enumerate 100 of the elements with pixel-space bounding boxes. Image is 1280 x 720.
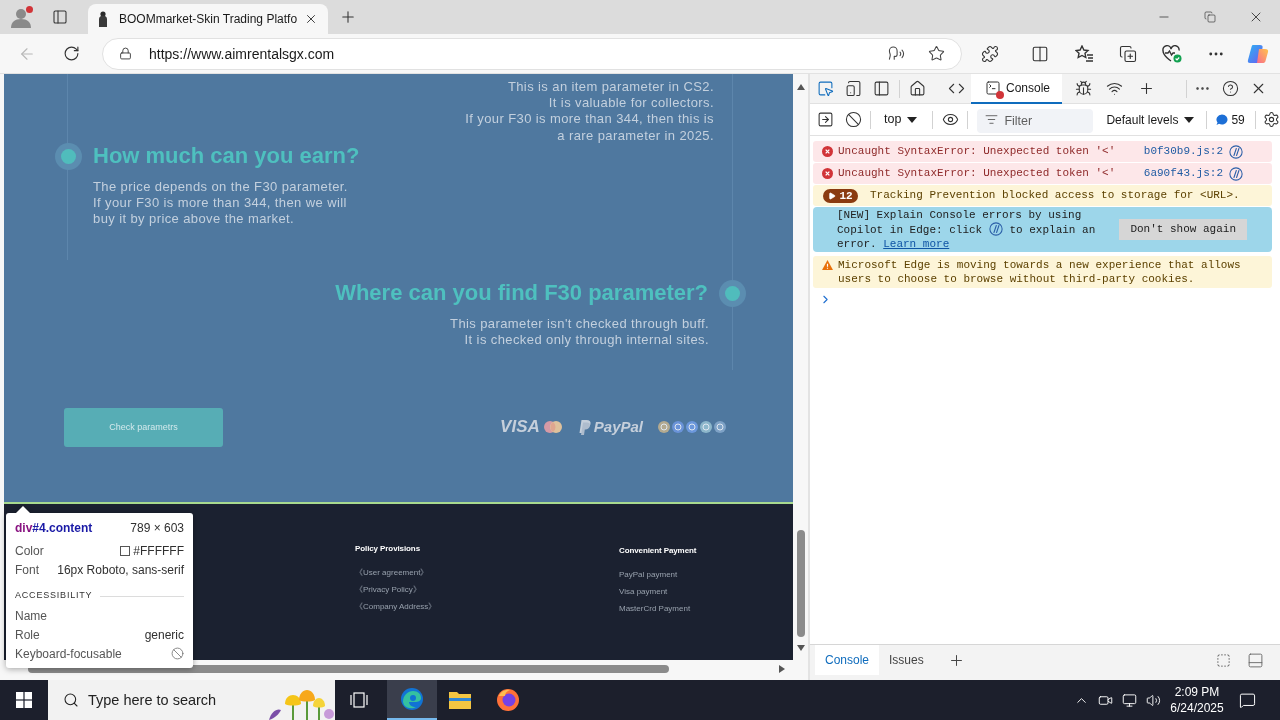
- split-screen-icon[interactable]: [1031, 44, 1049, 63]
- coin-icon: [714, 421, 726, 434]
- scroll-down-icon[interactable]: [796, 645, 805, 651]
- paypal-icon: [578, 419, 591, 435]
- console-icon: [985, 79, 1001, 96]
- panel-icon[interactable]: [1247, 651, 1264, 669]
- scroll-right-icon[interactable]: [779, 664, 785, 673]
- mastercard-icon: [543, 421, 562, 434]
- copilot-tip-text: [NEW] Explain Console errors by using Copilot in Edge: click to explain an error. Learn more: [837, 208, 1097, 251]
- source-link[interactable]: b0f30b9.js:2: [1143, 143, 1223, 160]
- coin-icon: [672, 421, 684, 434]
- element-size: 789 × 603: [130, 520, 184, 537]
- section-heading: Where can you find F30 parameter?: [335, 280, 708, 307]
- task-view-icon[interactable]: [350, 692, 368, 708]
- message-text: Uncaught SyntaxError: Unexpected token '<': [838, 166, 1116, 182]
- extensions-icon[interactable]: [981, 44, 999, 63]
- element-selector: div#4.content: [15, 520, 93, 537]
- scrollbar-thumb[interactable]: [28, 664, 669, 673]
- home-icon[interactable]: [908, 80, 926, 97]
- eye-icon[interactable]: [941, 111, 959, 128]
- read-aloud-icon[interactable]: [888, 45, 905, 62]
- assistant-icon[interactable]: [1247, 42, 1269, 65]
- issues-counter[interactable]: 59: [1212, 107, 1249, 132]
- drawer-tab[interactable]: Console: [815, 645, 880, 675]
- device-icon[interactable]: [844, 80, 862, 97]
- error-badge-icon: [996, 90, 1004, 99]
- context-dropdown[interactable]: top: [877, 107, 925, 132]
- coin-icon: [686, 421, 698, 434]
- section-paragraph: The price depends on the F30 parameter. If your F30 is more than 344, then we will buy it by price above the market.: [93, 178, 348, 227]
- console-tab[interactable]: Console: [971, 74, 1063, 104]
- footer-link[interactable]: 《Privacy Policy》: [355, 581, 421, 598]
- message-icon: [1216, 113, 1229, 126]
- message-text: Microsoft Edge is moving towards a new experience that allows users to choose to browse without third-party cookies.: [838, 258, 1242, 286]
- close-icon[interactable]: [304, 12, 318, 26]
- levels-dropdown[interactable]: Default levels: [1100, 107, 1201, 132]
- address-bar[interactable]: https://www.aimrentalsgx.com: [102, 37, 962, 70]
- property-label: Font: [15, 561, 39, 579]
- tab-actions-icon[interactable]: [52, 9, 68, 25]
- message-count-badge[interactable]: 12: [823, 188, 858, 203]
- favorite-icon[interactable]: [928, 45, 945, 62]
- property-value: generic: [144, 626, 184, 644]
- visa-logo: VISA: [500, 417, 540, 438]
- heart-pulse-icon[interactable]: [1162, 44, 1182, 63]
- footer-link[interactable]: MasterCrd Payment: [619, 600, 691, 617]
- clock-time[interactable]: 2:09 PM: [1174, 684, 1220, 700]
- color-swatch-icon: [120, 545, 131, 556]
- inspect-icon[interactable]: [816, 80, 834, 97]
- scrollbar-thumb[interactable]: [796, 530, 805, 637]
- sidebar-icon[interactable]: [872, 80, 890, 97]
- property-value: 16px Roboto, sans-serif: [57, 561, 184, 579]
- browser-icon: [400, 687, 424, 711]
- warning-icon: [822, 260, 833, 270]
- footer-link[interactable]: PayPal payment: [619, 566, 678, 583]
- clock-date[interactable]: 6/24/2025: [1170, 700, 1224, 716]
- explain-icon[interactable]: [988, 222, 1003, 236]
- error-icon: [822, 146, 833, 157]
- source-link[interactable]: 6a90f43.js:2: [1143, 165, 1223, 182]
- start-icon[interactable]: [16, 692, 32, 708]
- volume-icon[interactable]: [1145, 692, 1161, 708]
- browser-tab[interactable]: BOOMmarket-Skin Trading Platfo: [88, 4, 328, 34]
- folder-icon[interactable]: [448, 690, 472, 710]
- collections-icon[interactable]: [1119, 44, 1137, 63]
- footer-link[interactable]: Visa payment: [619, 583, 668, 600]
- settings-icon[interactable]: [1263, 111, 1280, 128]
- learn-more-link[interactable]: Learn more: [883, 238, 950, 250]
- profile-icon[interactable]: [10, 6, 34, 28]
- coin-icon: [658, 421, 670, 434]
- scroll-up-icon[interactable]: [796, 84, 805, 90]
- property-label: Color: [15, 542, 44, 560]
- taskbar-app-button[interactable]: [387, 680, 437, 720]
- lock-icon[interactable]: [119, 47, 132, 60]
- explain-icon[interactable]: [1229, 144, 1243, 159]
- section-paragraph: This parameter isn't checked through buff. It is checked only through internal sites.: [450, 315, 709, 348]
- footer-heading: Policy Provisions: [355, 544, 420, 554]
- drawer-tab[interactable]: Issues: [879, 645, 934, 675]
- refresh-icon[interactable]: [62, 45, 80, 62]
- new-tab-icon[interactable]: [339, 8, 357, 26]
- search-icon: [63, 692, 79, 708]
- sidebar-toggle-icon[interactable]: [816, 111, 834, 128]
- search-field[interactable]: Type here to search: [48, 680, 335, 720]
- explain-icon[interactable]: [1229, 166, 1243, 181]
- dont-show-again-button[interactable]: Don't show again: [1119, 219, 1247, 240]
- restore-icon[interactable]: [1204, 11, 1216, 23]
- footer-link[interactable]: 《User agreement》: [355, 564, 429, 581]
- filter-icon: [985, 113, 999, 126]
- notification-icon[interactable]: [1238, 691, 1256, 709]
- wifi-icon[interactable]: [1105, 80, 1123, 97]
- expand-icon[interactable]: [828, 191, 837, 200]
- browser-icon[interactable]: [496, 688, 520, 712]
- network-icon[interactable]: [1121, 692, 1137, 708]
- figure-icon: [98, 11, 108, 27]
- clear-icon[interactable]: [844, 111, 862, 128]
- filter-field[interactable]: Filter: [977, 108, 1094, 133]
- property-label: Role: [15, 626, 40, 644]
- bug-icon[interactable]: [1074, 80, 1092, 97]
- help-icon[interactable]: [1221, 80, 1239, 97]
- property-value: #FFFFFF: [133, 542, 184, 560]
- footer-heading: Convenient Payment: [619, 546, 697, 556]
- favorites-icon[interactable]: [1074, 45, 1094, 62]
- footer-link[interactable]: 《Company Address》: [355, 598, 437, 615]
